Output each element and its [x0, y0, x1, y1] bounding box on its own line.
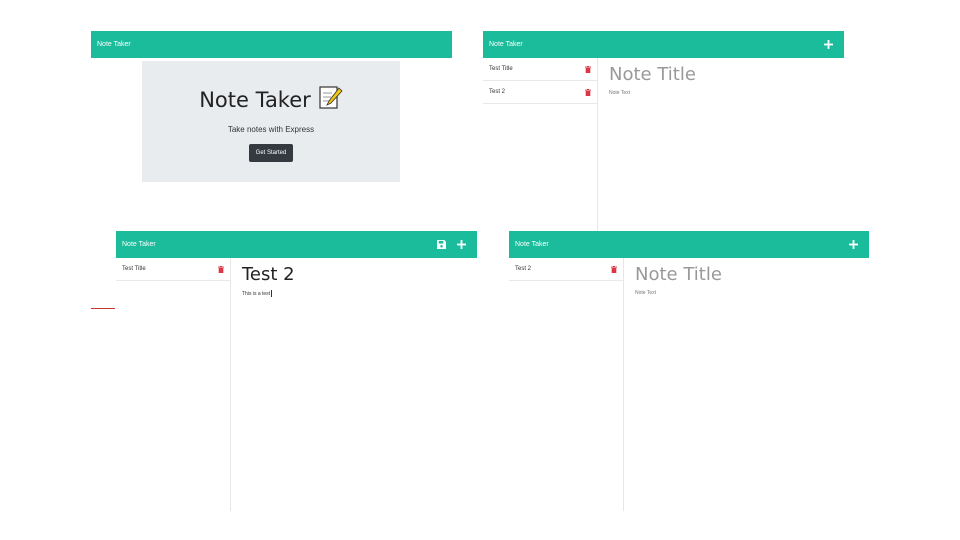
note-list: Test 2 [509, 258, 624, 511]
note-editor: Test 2 This is a test [242, 258, 477, 511]
navbar: Note Taker [91, 31, 452, 58]
trash-icon[interactable] [611, 265, 617, 273]
plus-icon[interactable] [457, 240, 466, 249]
subtitle: Take notes with Express [227, 125, 315, 134]
note-editor: Note Title Note Text [635, 258, 869, 511]
brand-link[interactable]: Note Taker [515, 241, 549, 248]
list-item[interactable]: Test Title [116, 258, 230, 281]
brand-link[interactable]: Note Taker [489, 41, 523, 48]
navbar: Note Taker [509, 231, 869, 258]
trash-icon[interactable] [218, 265, 224, 273]
notes-screen-new: Note Taker Test Title Test 2 This is a t… [116, 231, 477, 511]
divider [91, 308, 115, 309]
get-started-button[interactable]: Get Started [248, 144, 294, 162]
page-title-text: Note Taker [199, 87, 311, 112]
note-list-title: Test Title [122, 266, 146, 272]
list-item[interactable]: Test 2 [509, 258, 623, 281]
trash-icon[interactable] [585, 65, 591, 73]
note-list: Test Title [116, 258, 231, 511]
note-list-title: Test 2 [489, 89, 506, 95]
note-list-title: Test 2 [515, 266, 532, 272]
plus-icon[interactable] [824, 40, 833, 49]
list-item[interactable]: Test 2 [483, 81, 597, 104]
note-list-title: Test Title [489, 66, 513, 72]
landing-screen: Note Taker Note Taker Take notes with Ex… [91, 31, 452, 217]
note-list: Test Title Test 2 [483, 58, 598, 231]
plus-icon[interactable] [849, 240, 858, 249]
navbar: Note Taker [116, 231, 477, 258]
note-textarea[interactable]: This is a test [242, 290, 477, 297]
brand-link[interactable]: Note Taker [122, 241, 156, 248]
text-cursor [271, 290, 273, 297]
save-icon[interactable] [437, 240, 446, 249]
list-item[interactable]: Test Title [483, 58, 597, 81]
brand-link[interactable]: Note Taker [97, 41, 131, 48]
notes-screen-saved: Note Taker Test 2 Note Title Note Text [509, 231, 869, 511]
note-title-input[interactable]: Test 2 [242, 264, 477, 285]
notes-screen-view: Note Taker Test Title Test 2 Note Title … [483, 31, 844, 231]
note-title-input[interactable]: Note Title [635, 264, 869, 285]
note-text-value: This is a test [242, 290, 271, 297]
note-textarea[interactable]: Note Text [609, 90, 844, 96]
memo-icon [317, 84, 343, 115]
page-title: Note Taker [142, 84, 400, 115]
note-editor: Note Title Note Text [609, 58, 844, 231]
trash-icon[interactable] [585, 88, 591, 96]
jumbotron: Note Taker Take notes with Express Get S… [142, 61, 400, 182]
note-title-input[interactable]: Note Title [609, 64, 844, 85]
navbar: Note Taker [483, 31, 844, 58]
note-textarea[interactable]: Note Text [635, 290, 869, 296]
